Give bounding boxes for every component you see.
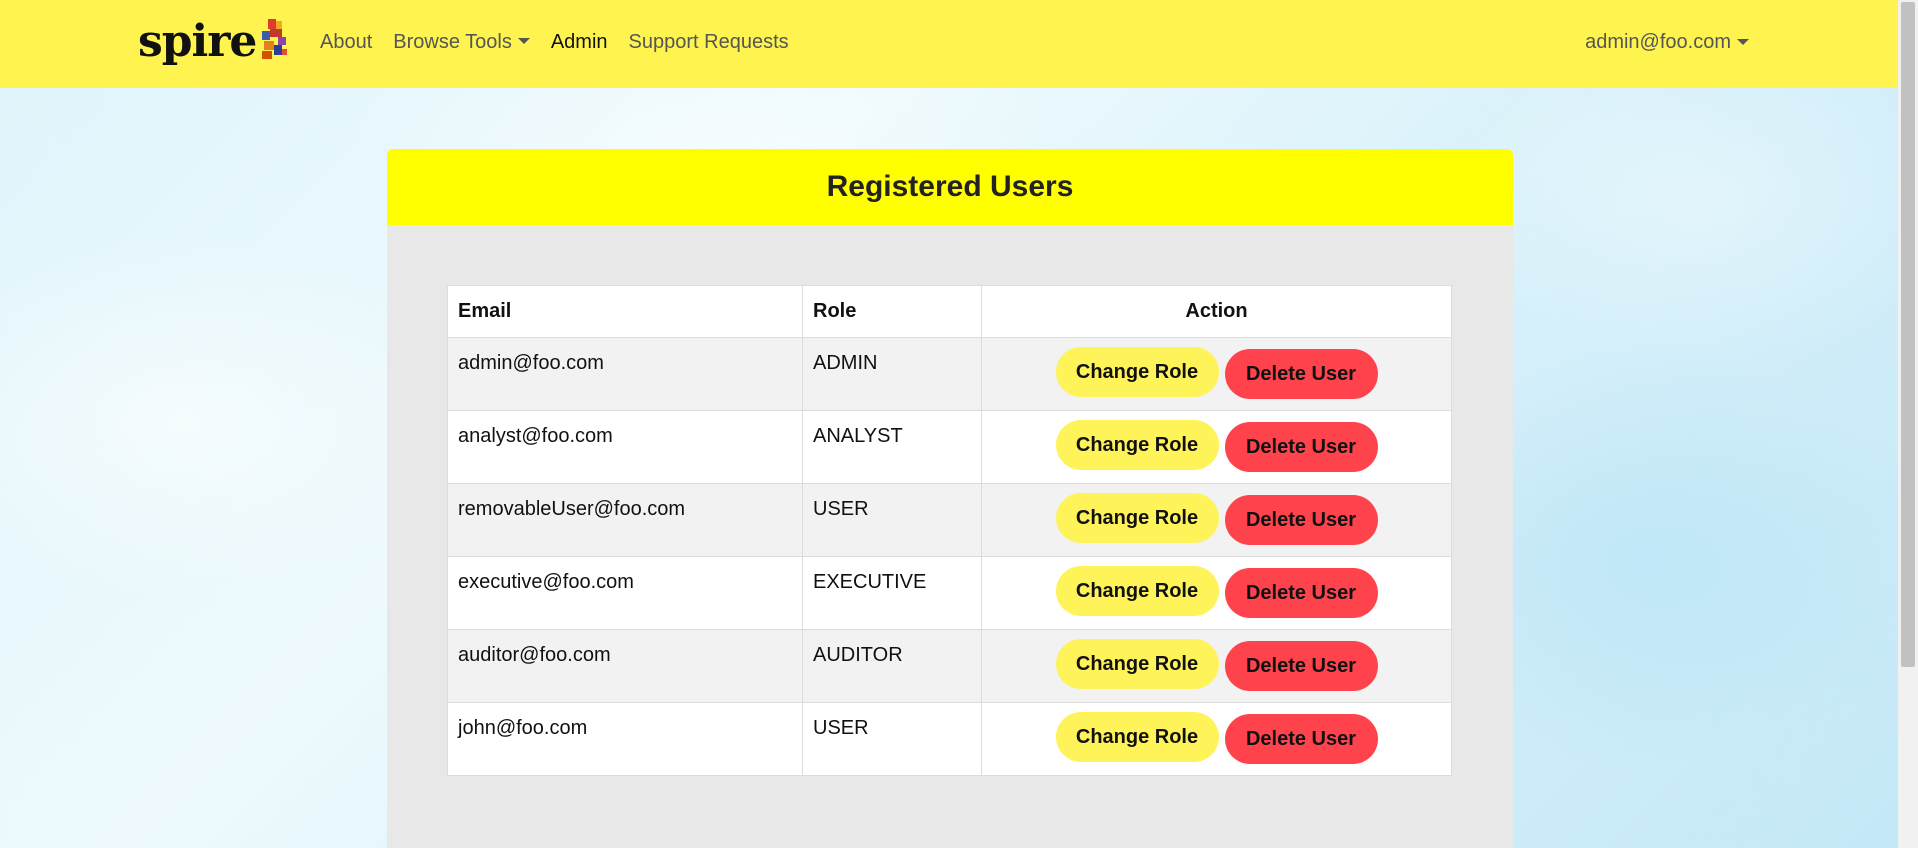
vertical-scrollbar[interactable] — [1898, 0, 1918, 848]
card-header: Registered Users — [387, 149, 1513, 225]
nav-link-admin[interactable]: Admin — [551, 31, 608, 54]
navbar: spire About Browse Tools Admin Support R… — [0, 0, 1898, 88]
user-email: removableUser@foo.com — [447, 483, 803, 557]
user-role: USER — [802, 702, 982, 776]
row-actions: Change Role Delete User — [981, 410, 1452, 484]
delete-user-button[interactable]: Delete User — [1224, 714, 1378, 764]
delete-user-button[interactable]: Delete User — [1224, 422, 1378, 472]
table-row: auditor@foo.com AUDITOR Change Role Delet… — [447, 629, 1452, 703]
user-email: auditor@foo.com — [447, 629, 803, 703]
change-role-button[interactable]: Change Role — [1055, 420, 1219, 470]
brand-name: spire — [138, 16, 257, 67]
user-role: ADMIN — [802, 337, 982, 411]
header-email: Email — [447, 285, 803, 338]
user-email: admin@foo.com — [447, 337, 803, 411]
change-role-button[interactable]: Change Role — [1055, 347, 1219, 397]
user-menu-label: admin@foo.com — [1585, 30, 1731, 53]
spire-logo-icon — [262, 19, 288, 59]
change-role-button[interactable]: Change Role — [1055, 493, 1219, 543]
nav-link-support-requests[interactable]: Support Requests — [629, 31, 789, 54]
brand-logo[interactable]: spire — [138, 14, 288, 70]
user-role: ANALYST — [802, 410, 982, 484]
user-email: john@foo.com — [447, 702, 803, 776]
scrollbar-thumb[interactable] — [1901, 2, 1915, 667]
user-role: USER — [802, 483, 982, 557]
change-role-button[interactable]: Change Role — [1055, 566, 1219, 616]
delete-user-button[interactable]: Delete User — [1224, 349, 1378, 399]
delete-user-button[interactable]: Delete User — [1224, 568, 1378, 618]
user-role: EXECUTIVE — [802, 556, 982, 630]
row-actions: Change Role Delete User — [981, 483, 1452, 557]
change-role-button[interactable]: Change Role — [1055, 712, 1219, 762]
change-role-button[interactable]: Change Role — [1055, 639, 1219, 689]
table-row: admin@foo.com ADMIN Change Role Delete Us… — [447, 337, 1452, 411]
user-email: analyst@foo.com — [447, 410, 803, 484]
table-row: executive@foo.com EXECUTIVE Change Role D… — [447, 556, 1452, 630]
nav-links: About Browse Tools Admin Support Request… — [320, 0, 810, 84]
caret-down-icon — [517, 37, 530, 44]
delete-user-button[interactable]: Delete User — [1224, 641, 1378, 691]
user-menu[interactable]: admin@foo.com — [1585, 0, 1749, 84]
row-actions: Change Role Delete User — [981, 337, 1452, 411]
table-header-row: Email Role Action — [447, 285, 1452, 338]
delete-user-button[interactable]: Delete User — [1224, 495, 1378, 545]
caret-down-icon — [1737, 39, 1749, 45]
row-actions: Change Role Delete User — [981, 556, 1452, 630]
table-row: analyst@foo.com ANALYST Change Role Delet… — [447, 410, 1452, 484]
user-email: executive@foo.com — [447, 556, 803, 630]
table-row: removableUser@foo.com USER Change Role De… — [447, 483, 1452, 557]
row-actions: Change Role Delete User — [981, 629, 1452, 703]
nav-link-browse-tools-label: Browse Tools — [393, 30, 512, 53]
header-action: Action — [981, 285, 1452, 338]
page-title: Registered Users — [826, 170, 1074, 203]
row-actions: Change Role Delete User — [981, 702, 1452, 776]
table-row: john@foo.com USER Change Role Delete User — [447, 702, 1452, 776]
users-table: Email Role Action admin@foo.com ADMIN Ch… — [447, 285, 1452, 776]
nav-link-about[interactable]: About — [320, 31, 372, 54]
header-role: Role — [802, 285, 982, 338]
nav-link-browse-tools[interactable]: Browse Tools — [393, 31, 530, 54]
user-role: AUDITOR — [802, 629, 982, 703]
registered-users-card: Registered Users Email Role Action admin… — [387, 149, 1513, 848]
